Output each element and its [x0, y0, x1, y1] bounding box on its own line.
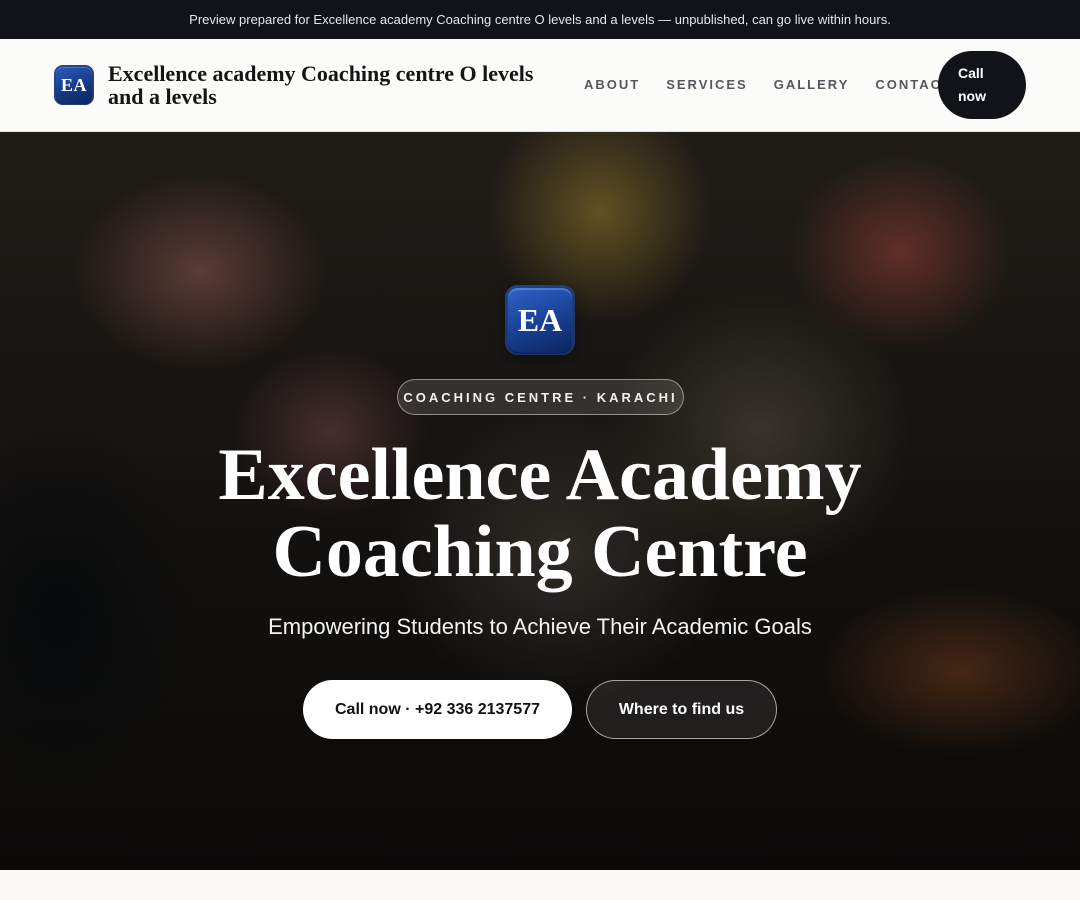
header-call-button[interactable]: Call now [938, 51, 1026, 119]
hero-subtitle: Empowering Students to Achieve Their Aca… [268, 614, 812, 639]
preview-notice-text: Preview prepared for Excellence academy … [189, 12, 891, 27]
hero-section: EA COACHING CENTRE · KARACHI Excellence … [0, 132, 1080, 870]
nav-services[interactable]: SERVICES [666, 77, 748, 92]
hero-location-badge: COACHING CENTRE · KARACHI [397, 379, 684, 415]
hero-directions-button[interactable]: Where to find us [586, 680, 777, 739]
hero-call-button[interactable]: Call now · +92 336 2137577 [303, 680, 572, 739]
nav-gallery[interactable]: GALLERY [774, 77, 850, 92]
brand-name[interactable]: Excellence academy Coaching centre O lev… [108, 62, 558, 108]
site-header: EA Excellence academy Coaching centre O … [0, 39, 1080, 132]
next-section-edge [0, 870, 1080, 900]
hero-title: Excellence Academy Coaching Centre [218, 434, 862, 593]
main-nav: ABOUT SERVICES GALLERY CONTACT [584, 77, 952, 92]
hero-logo: EA [505, 285, 575, 355]
preview-notice-bar: Preview prepared for Excellence academy … [0, 0, 1080, 39]
brand-logo[interactable]: EA [54, 65, 94, 105]
nav-about[interactable]: ABOUT [584, 77, 640, 92]
